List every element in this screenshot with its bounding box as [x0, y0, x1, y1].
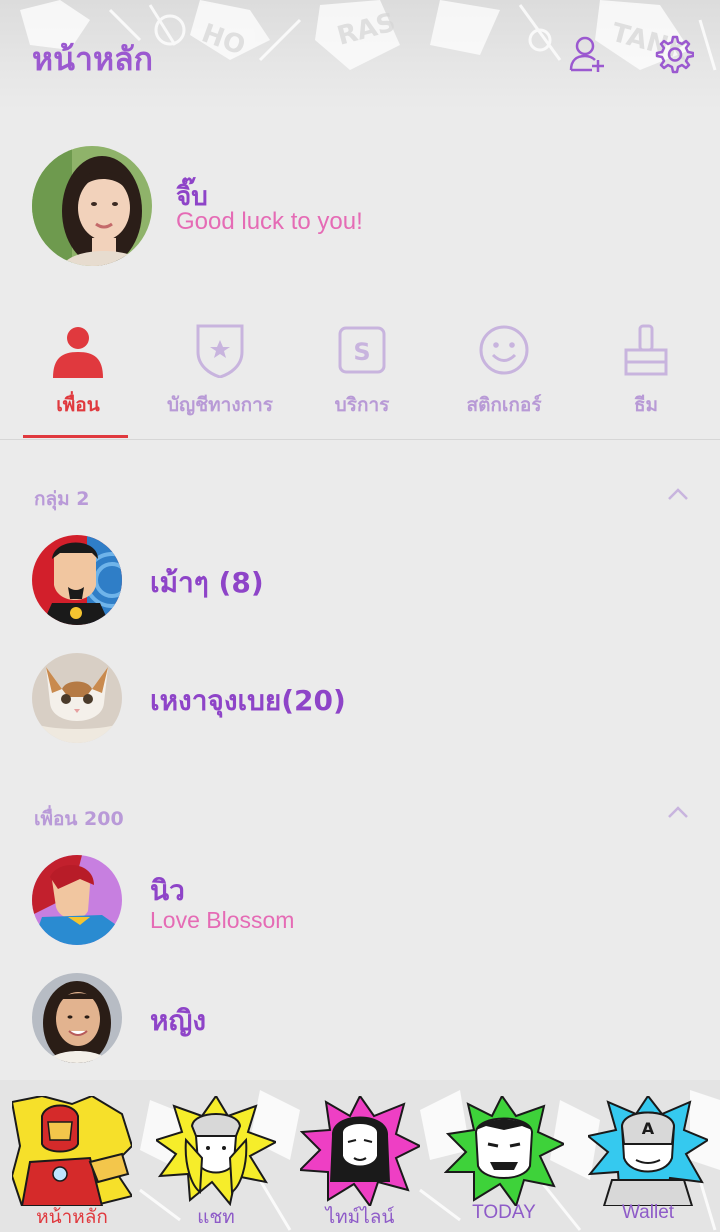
- friend-row[interactable]: หญิง: [32, 973, 692, 1065]
- tab-services[interactable]: S บริการ: [287, 318, 431, 438]
- group-name: เม้าๆ (8): [150, 566, 264, 599]
- group-avatar: [32, 653, 122, 743]
- nav-label: ไทม์ไลน์: [325, 1207, 395, 1228]
- group-row[interactable]: เม้าๆ (8): [32, 535, 692, 627]
- chevron-up-icon[interactable]: [666, 486, 690, 502]
- nav-chat[interactable]: แชท: [144, 1080, 288, 1232]
- chevron-up-icon[interactable]: [666, 804, 690, 820]
- today-hulk-icon: [443, 1094, 567, 1209]
- add-friend-icon[interactable]: [568, 34, 608, 74]
- svg-text:A: A: [642, 1119, 655, 1138]
- category-tabs: เพื่อน บัญชีทางการ S บริการ สติกเกอร์ ธี…: [0, 318, 720, 440]
- settings-icon[interactable]: [654, 34, 695, 74]
- theme-brush-icon: [618, 322, 674, 378]
- chat-thor-icon: [153, 1094, 279, 1207]
- nav-wallet[interactable]: A Wallet: [576, 1080, 720, 1232]
- bottom-navigation: หน้าหลัก แชท ไทม์ไลน์ TODAY A Wallet: [0, 1080, 720, 1232]
- groups-section-header: กลุ่ม 2: [34, 488, 90, 510]
- nav-today[interactable]: TODAY: [432, 1080, 576, 1232]
- friend-avatar: [32, 973, 122, 1063]
- tab-label: บัญชีทางการ: [167, 394, 273, 416]
- person-icon: [50, 322, 106, 378]
- tab-friends[interactable]: เพื่อน: [3, 318, 147, 438]
- tab-label: สติกเกอร์: [466, 394, 542, 416]
- tab-label: บริการ: [334, 394, 390, 416]
- services-icon: S: [334, 322, 390, 378]
- group-avatar: [32, 535, 122, 625]
- page-title: หน้าหลัก: [32, 40, 154, 78]
- home-iron-man-icon: [10, 1094, 134, 1208]
- tab-label: ธีม: [633, 394, 659, 416]
- official-badge-icon: [192, 322, 248, 379]
- nav-label: หน้าหลัก: [36, 1207, 108, 1228]
- group-name: เหงาจุงเบย(20): [150, 684, 346, 717]
- nav-timeline[interactable]: ไทม์ไลน์: [288, 1080, 432, 1232]
- tab-themes[interactable]: ธีม: [571, 318, 715, 438]
- nav-label: Wallet: [621, 1202, 675, 1223]
- nav-home[interactable]: หน้าหลัก: [0, 1080, 144, 1232]
- svg-text:S: S: [353, 338, 370, 366]
- profile-status-message: Good luck to you!: [176, 208, 363, 235]
- friend-row[interactable]: นิว Love Blossom: [32, 855, 692, 947]
- tab-label: เพื่อน: [56, 394, 100, 416]
- friend-name: หญิง: [150, 1004, 206, 1037]
- friend-status-message: Love Blossom: [150, 907, 295, 933]
- nav-label: TODAY: [472, 1202, 536, 1223]
- my-profile[interactable]: จิ๊บ Good luck to you!: [32, 146, 692, 266]
- header-bar: HO RAS TANK หน้าหลัก: [0, 0, 720, 110]
- friends-section-header: เพื่อน 200: [34, 808, 124, 830]
- smiley-icon: [476, 322, 532, 378]
- wallet-captain-america-icon: A: [585, 1094, 711, 1209]
- friend-avatar: [32, 855, 122, 945]
- tab-stickers[interactable]: สติกเกอร์: [429, 318, 573, 438]
- nav-label: แชท: [197, 1207, 235, 1228]
- tab-official-accounts[interactable]: บัญชีทางการ: [145, 318, 289, 438]
- active-tab-indicator: [23, 435, 128, 438]
- timeline-black-widow-icon: [297, 1094, 423, 1209]
- group-row[interactable]: เหงาจุงเบย(20): [32, 653, 692, 745]
- profile-avatar[interactable]: [32, 146, 152, 266]
